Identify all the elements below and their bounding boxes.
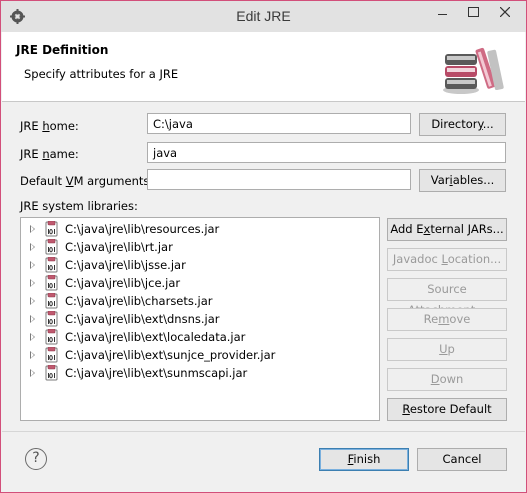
label-mnemonic: n: [42, 147, 50, 161]
list-item[interactable]: C:\java\jre\lib\resources.jar: [21, 220, 379, 238]
jar-file-icon: [45, 221, 58, 237]
library-path: C:\java\jre\lib\charsets.jar: [65, 294, 213, 308]
cancel-button[interactable]: Cancel: [417, 448, 507, 471]
list-item[interactable]: C:\java\jre\lib\charsets.jar: [21, 292, 379, 310]
header-subtitle: Specify attributes for a JRE: [24, 67, 179, 81]
expand-chevron-icon[interactable]: [30, 225, 35, 233]
label-text: M arguments:: [73, 174, 154, 188]
restore-default-button[interactable]: Restore Default: [387, 398, 507, 421]
finish-button[interactable]: Finish: [319, 448, 409, 471]
button-text: ables...: [452, 173, 495, 187]
jar-file-icon: [45, 311, 58, 327]
label-mnemonic: V: [65, 174, 74, 188]
jre-name-label: JRE name:: [20, 147, 79, 161]
up-button[interactable]: Up: [387, 338, 507, 361]
jar-file-icon: [45, 329, 58, 345]
javadoc-location-button[interactable]: Javadoc Location...: [387, 248, 507, 271]
remove-button[interactable]: Remove: [387, 308, 507, 331]
maximize-icon[interactable]: [459, 1, 487, 23]
minimize-icon[interactable]: [429, 1, 457, 23]
jar-file-icon: [45, 239, 58, 255]
label-text: ome:: [49, 119, 79, 133]
close-icon[interactable]: [487, 1, 523, 23]
edit-jre-dialog: Edit JRE JRE Definition Specify attribut…: [0, 0, 527, 493]
down-button[interactable]: Down: [387, 368, 507, 391]
list-item[interactable]: C:\java\jre\lib\ext\sunmscapi.jar: [21, 364, 379, 382]
button-text: Director: [431, 117, 478, 131]
library-path: C:\java\jre\lib\jsse.jar: [65, 258, 186, 272]
jar-file-icon: [45, 275, 58, 291]
list-item[interactable]: C:\java\jre\lib\ext\dnsns.jar: [21, 310, 379, 328]
list-item[interactable]: C:\java\jre\lib\jsse.jar: [21, 256, 379, 274]
button-text: Cancel: [442, 452, 482, 466]
button-text: Source: [427, 282, 467, 296]
libraries-label: JRE system libraries:: [20, 199, 138, 213]
dialog-header: JRE Definition Specify attributes for a …: [2, 32, 525, 102]
library-path: C:\java\jre\lib\jce.jar: [65, 276, 181, 290]
jre-home-label: JRE home:: [20, 119, 79, 133]
button-text: Re: [423, 312, 439, 326]
footer-separator: [2, 431, 525, 432]
button-mnemonic: m: [438, 312, 450, 326]
library-path: C:\java\jre\lib\ext\sunjce_provider.jar: [65, 348, 276, 362]
button-text: estore Default: [409, 402, 492, 416]
jar-file-icon: [45, 293, 58, 309]
expand-chevron-icon[interactable]: [30, 297, 35, 305]
source-attachment-button[interactable]: Source Attachment...: [387, 278, 507, 317]
button-text: inish: [353, 452, 381, 466]
button-text: Var: [430, 173, 450, 187]
expand-chevron-icon[interactable]: [30, 243, 35, 251]
button-text: own: [439, 372, 464, 386]
jar-file-icon: [45, 365, 58, 381]
button-text: Add E: [390, 222, 424, 236]
expand-chevron-icon[interactable]: [30, 315, 35, 323]
variables-button[interactable]: Variables...: [419, 169, 506, 192]
jre-books-icon: [443, 47, 504, 94]
button-mnemonic: D: [430, 372, 440, 386]
button-text: p: [447, 342, 455, 356]
label-text: JRE: [20, 147, 43, 161]
add-external-jars-button[interactable]: Add External JARs...: [387, 218, 507, 241]
header-title: JRE Definition: [16, 43, 109, 57]
jre-name-input[interactable]: java: [147, 142, 506, 163]
help-icon[interactable]: ?: [25, 448, 47, 470]
list-item[interactable]: C:\java\jre\lib\jce.jar: [21, 274, 379, 292]
label-text: Default: [20, 174, 66, 188]
title-bar[interactable]: Edit JRE: [1, 1, 526, 32]
button-text: ocation...: [447, 252, 502, 266]
library-path: C:\java\jre\lib\ext\localedata.jar: [65, 330, 246, 344]
jar-file-icon: [45, 347, 58, 363]
button-text: Javadoc: [392, 252, 442, 266]
button-text: ternal JARs...: [430, 222, 504, 236]
jar-file-icon: [45, 257, 58, 273]
vm-args-label: Default VM arguments:: [20, 174, 153, 188]
jre-home-input[interactable]: C:\java: [147, 113, 411, 134]
library-tree[interactable]: C:\java\jre\lib\resources.jar C:\java\jre…: [20, 217, 380, 421]
expand-chevron-icon[interactable]: [30, 261, 35, 269]
directory-button[interactable]: Directory...: [419, 113, 506, 136]
button-text: ...: [482, 117, 494, 131]
button-mnemonic: U: [439, 342, 448, 356]
expand-chevron-icon[interactable]: [30, 351, 35, 359]
library-path: C:\java\jre\lib\rt.jar: [65, 240, 173, 254]
library-path: C:\java\jre\lib\ext\dnsns.jar: [65, 312, 220, 326]
label-mnemonic: h: [42, 119, 50, 133]
list-item[interactable]: C:\java\jre\lib\ext\localedata.jar: [21, 328, 379, 346]
vm-args-input[interactable]: [147, 169, 411, 190]
library-path: C:\java\jre\lib\ext\sunmscapi.jar: [65, 366, 248, 380]
expand-chevron-icon[interactable]: [30, 369, 35, 377]
label-text: JRE: [20, 119, 43, 133]
button-text: ove: [449, 312, 471, 326]
list-item[interactable]: C:\java\jre\lib\rt.jar: [21, 238, 379, 256]
expand-chevron-icon[interactable]: [30, 279, 35, 287]
label-text: ame:: [49, 147, 79, 161]
library-path: C:\java\jre\lib\resources.jar: [65, 222, 220, 236]
list-item[interactable]: C:\java\jre\lib\ext\sunjce_provider.jar: [21, 346, 379, 364]
button-mnemonic: R: [402, 402, 410, 416]
expand-chevron-icon[interactable]: [30, 333, 35, 341]
